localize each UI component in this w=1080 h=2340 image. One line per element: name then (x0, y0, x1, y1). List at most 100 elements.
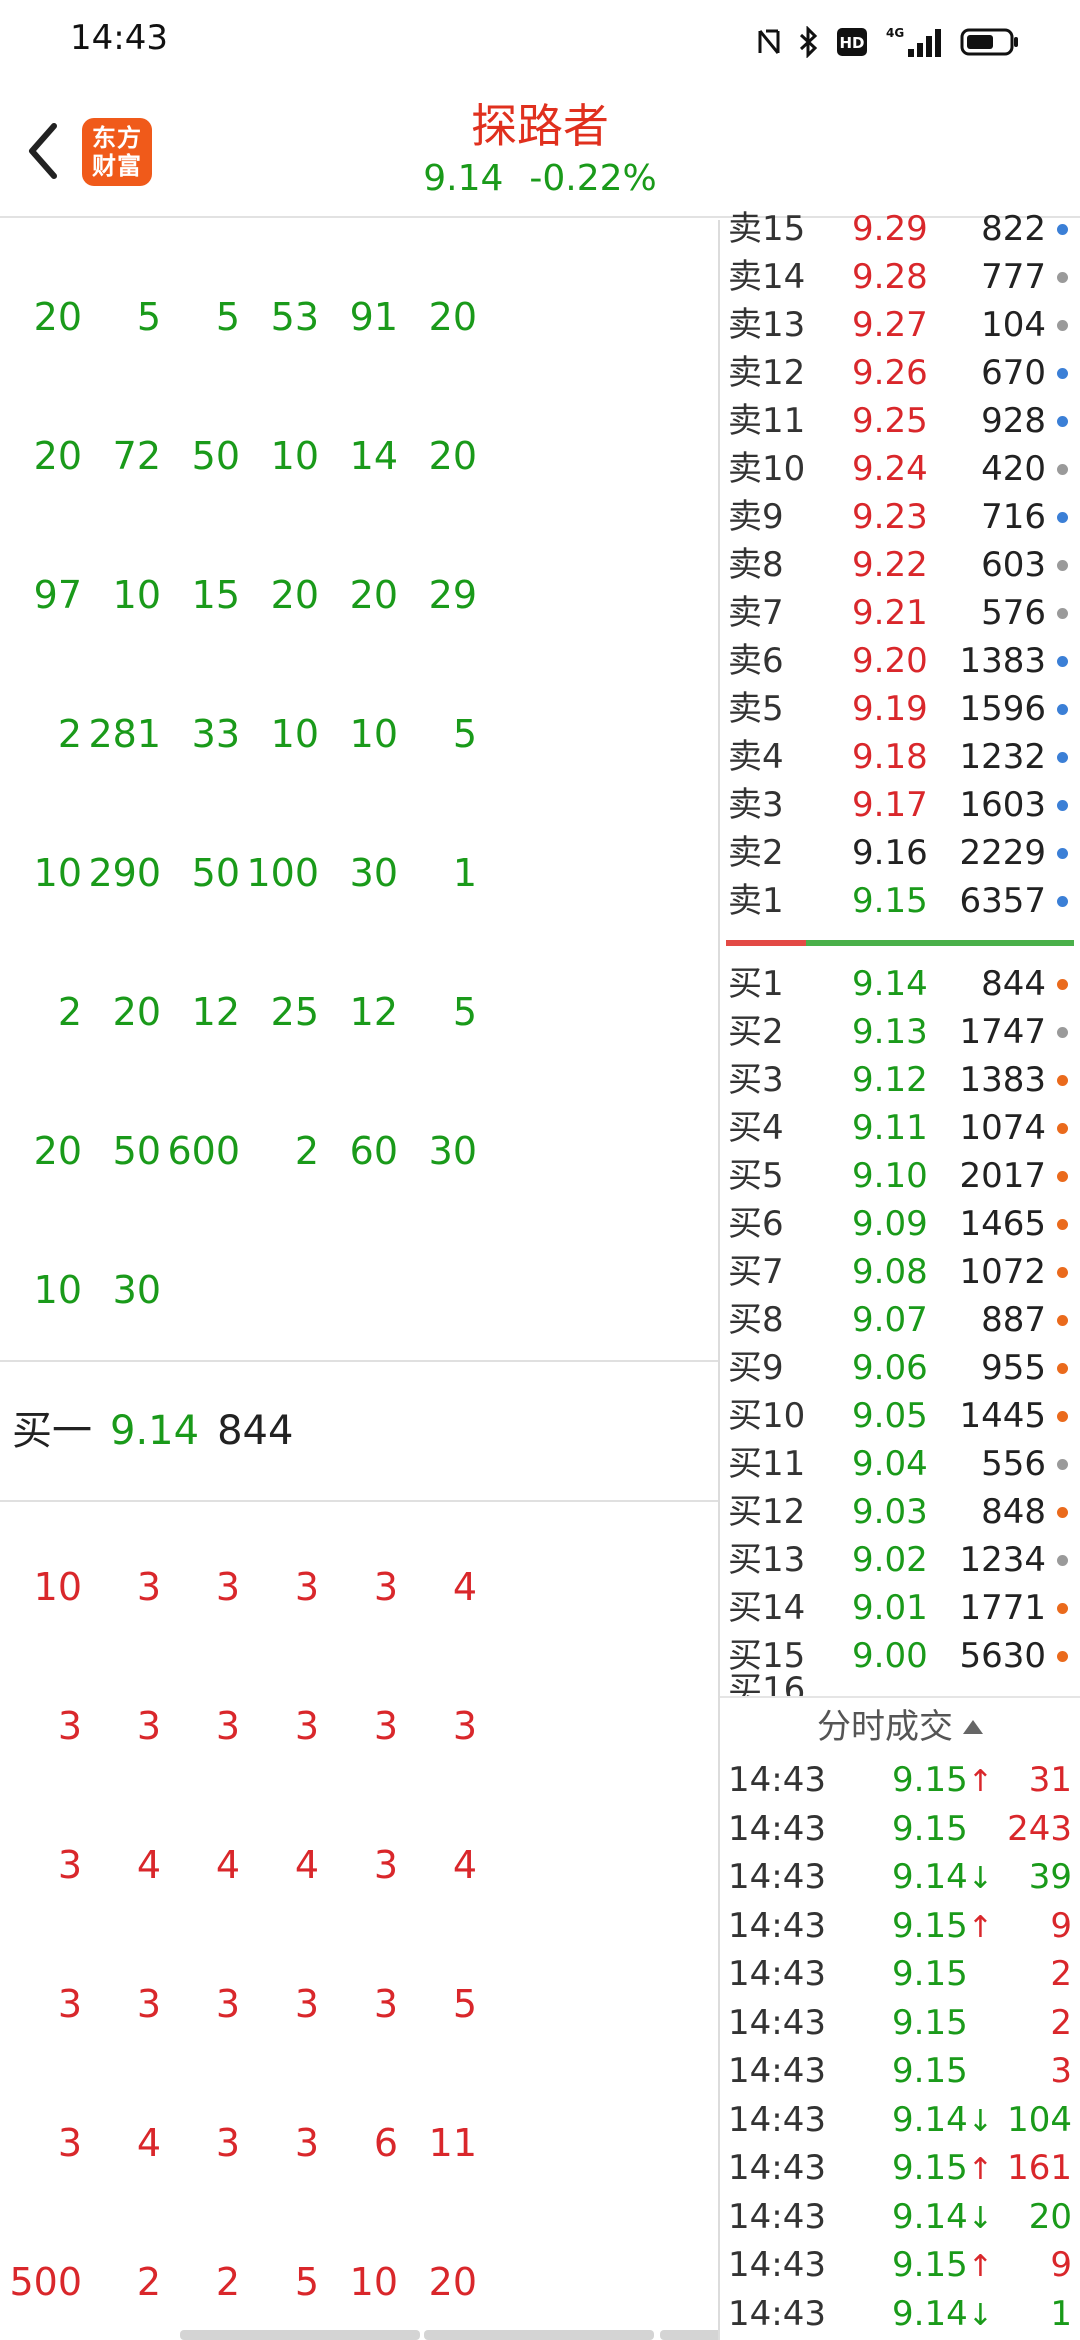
bid-level-row[interactable]: 买10 9.05 1445 (720, 1392, 1080, 1440)
ask-level-label: 卖2 (728, 833, 784, 873)
ask-level-price: 9.20 (852, 641, 928, 681)
queue-order-volume: 14 (349, 434, 398, 478)
order-queue-panel[interactable]: 20 5 5 53 91 20 20 72 50 10 14 20 97 10 15 20 20 29 2 281 33… (0, 220, 718, 2340)
bid-level-label: 买11 (728, 1444, 806, 1484)
bid-level-row[interactable]: 买7 9.08 1072 (720, 1248, 1080, 1296)
horizontal-scrollbar[interactable] (424, 2330, 654, 2340)
bid-level-row[interactable]: 买9 9.06 955 (720, 1344, 1080, 1392)
buy1-price: 9.14 (110, 1408, 200, 1454)
bid-level-label: 买13 (728, 1540, 806, 1580)
ask-level-row[interactable]: 卖11 9.25 928 (720, 397, 1080, 445)
bid-level-label: 买4 (728, 1108, 784, 1148)
ask-level-row[interactable]: 卖2 9.16 2229 (720, 829, 1080, 877)
queue-order-volume: 20 (270, 573, 319, 617)
queue-order-volume: 20 (112, 990, 161, 1034)
ask-level-price: 9.19 (852, 689, 928, 729)
arrow-up-icon: ↑ (967, 1909, 993, 1945)
queue-order-volume: 10 (112, 573, 161, 617)
arrow-down-icon: ↓ (967, 1861, 993, 1896)
ask-level-row[interactable]: 卖6 9.20 1383 (720, 637, 1080, 685)
ask-level-row[interactable]: 卖12 9.26 670 (720, 349, 1080, 397)
hd-icon: HD (836, 27, 868, 57)
tick-trade-row: 14:43 9.14↓ 104 (720, 2096, 1080, 2145)
queue-order-volume: 5 (136, 295, 161, 339)
queue-row: 10 30 (0, 1221, 718, 1360)
tick-trades-panel[interactable]: 分时成交 14:43 9.15↑ 31 14:43 9.15 243 14:43 9.14↓ 3… (720, 1696, 1080, 2340)
queue-order-volume: 5 (294, 2260, 319, 2304)
ask-level-row[interactable]: 卖7 9.21 576 (720, 589, 1080, 637)
gray-dot-icon (1057, 1555, 1068, 1566)
bid-level-row[interactable]: 买11 9.04 556 (720, 1440, 1080, 1488)
tick-time: 14:43 (728, 2148, 826, 2188)
ask-level-row[interactable]: 卖4 9.18 1232 (720, 733, 1080, 781)
bid-level-row[interactable]: 买1 9.14 844 (720, 960, 1080, 1008)
queue-order-volume: 29 (428, 573, 477, 617)
ask-level-price: 9.21 (852, 593, 928, 633)
bid-level-price: 9.14 (852, 964, 928, 1004)
ask-level-volume: 1596 (959, 689, 1046, 729)
tick-volume: 39 (1028, 1857, 1072, 1897)
bid-level-label: 买6 (728, 1204, 784, 1244)
tick-time: 14:43 (728, 2293, 826, 2334)
bid-level-row[interactable]: 买13 9.02 1234 (720, 1536, 1080, 1584)
bid-level-row[interactable]: 买3 9.12 1383 (720, 1056, 1080, 1104)
queue-order-volume: 3 (136, 1982, 161, 2026)
ask-level-row[interactable]: 卖8 9.22 603 (720, 541, 1080, 589)
ask-level-price: 9.23 (852, 497, 928, 537)
queue-order-volume: 1 (452, 851, 477, 895)
bid-level-row[interactable]: 买4 9.11 1074 (720, 1104, 1080, 1152)
bid-level-price: 9.01 (852, 1588, 928, 1628)
ask-level-row[interactable]: 卖3 9.17 1603 (720, 781, 1080, 829)
bid-level-volume: 1445 (959, 1396, 1046, 1436)
queue-order-volume: 3 (215, 1565, 240, 1609)
tick-time: 14:43 (728, 2245, 826, 2285)
queue-order-volume: 2 (294, 1129, 319, 1173)
queue-order-volume: 2 (57, 712, 82, 756)
tick-time: 14:43 (728, 1760, 826, 1800)
ask-level-row[interactable]: 卖14 9.28 777 (720, 253, 1080, 301)
horizontal-scrollbar[interactable] (180, 2330, 420, 2340)
orange-dot-icon (1057, 1603, 1068, 1614)
bid-level-row[interactable]: 买2 9.13 1747 (720, 1008, 1080, 1056)
bid-book[interactable]: 买1 9.14 844 买2 9.13 1747 买3 9.12 1383 买4 9.11 1074 买… (720, 960, 1080, 1680)
tick-time: 14:43 (728, 1808, 826, 1849)
ask-level-row[interactable]: 卖1 9.15 6357 (720, 877, 1080, 925)
tick-price: 9.14↓ (892, 2293, 993, 2334)
tick-price: 9.15↑ (892, 2148, 993, 2188)
stock-header: 东方 财富 探路者 9.14 -0.22% (0, 80, 1080, 218)
tick-trade-row: 14:43 9.15 2 (720, 1950, 1080, 1999)
buy-sell-ratio-bar (726, 940, 1074, 946)
ask-level-row[interactable]: 卖5 9.19 1596 (720, 685, 1080, 733)
queue-order-volume: 3 (373, 1843, 398, 1887)
tick-trades-header[interactable]: 分时成交 (720, 1698, 1080, 1756)
blue-dot-icon (1057, 656, 1068, 667)
ask-level-label: 卖11 (728, 401, 806, 441)
ask-level-row[interactable]: 卖10 9.24 420 (720, 445, 1080, 493)
queue-order-volume: 10 (270, 712, 319, 756)
ratio-bar-sell (806, 940, 1074, 946)
ask-level-row[interactable]: 卖9 9.23 716 (720, 493, 1080, 541)
ask-level-row[interactable]: 卖13 9.27 104 (720, 301, 1080, 349)
bid-level-row[interactable]: 买14 9.01 1771 (720, 1584, 1080, 1632)
arrow-down-icon: ↓ (967, 2200, 993, 2236)
ask-level-label: 卖3 (728, 785, 784, 825)
bid-level-row[interactable]: 买8 9.07 887 (720, 1296, 1080, 1344)
status-bar: 14:43 HD 4G (0, 0, 1080, 80)
ask-book[interactable]: 卖15 9.29 822 卖14 9.28 777 卖13 9.27 104 卖12 9.26 670… (720, 205, 1080, 925)
bid-level-row[interactable]: 买5 9.10 2017 (720, 1152, 1080, 1200)
queue-order-volume: 10 (33, 851, 82, 895)
bid-level-row[interactable]: 买12 9.03 848 (720, 1488, 1080, 1536)
tick-trade-row: 14:43 9.15↑ 9 (720, 2241, 1080, 2290)
queue-order-volume: 3 (136, 1565, 161, 1609)
queue-row: 20 5 5 53 91 20 (0, 248, 718, 387)
ask-level-row[interactable]: 卖15 9.29 822 (720, 205, 1080, 253)
queue-order-volume: 20 (33, 1129, 82, 1173)
bid-level-volume: 1383 (959, 1060, 1046, 1100)
blue-dot-icon (1057, 752, 1068, 763)
blue-dot-icon (1057, 800, 1068, 811)
tick-volume: 2 (1050, 2002, 1072, 2043)
queue-row: 2 281 33 10 10 5 (0, 665, 718, 804)
ask-level-price: 9.28 (852, 257, 928, 297)
bid-level-row[interactable]: 买6 9.09 1465 (720, 1200, 1080, 1248)
gray-dot-icon (1057, 272, 1068, 283)
